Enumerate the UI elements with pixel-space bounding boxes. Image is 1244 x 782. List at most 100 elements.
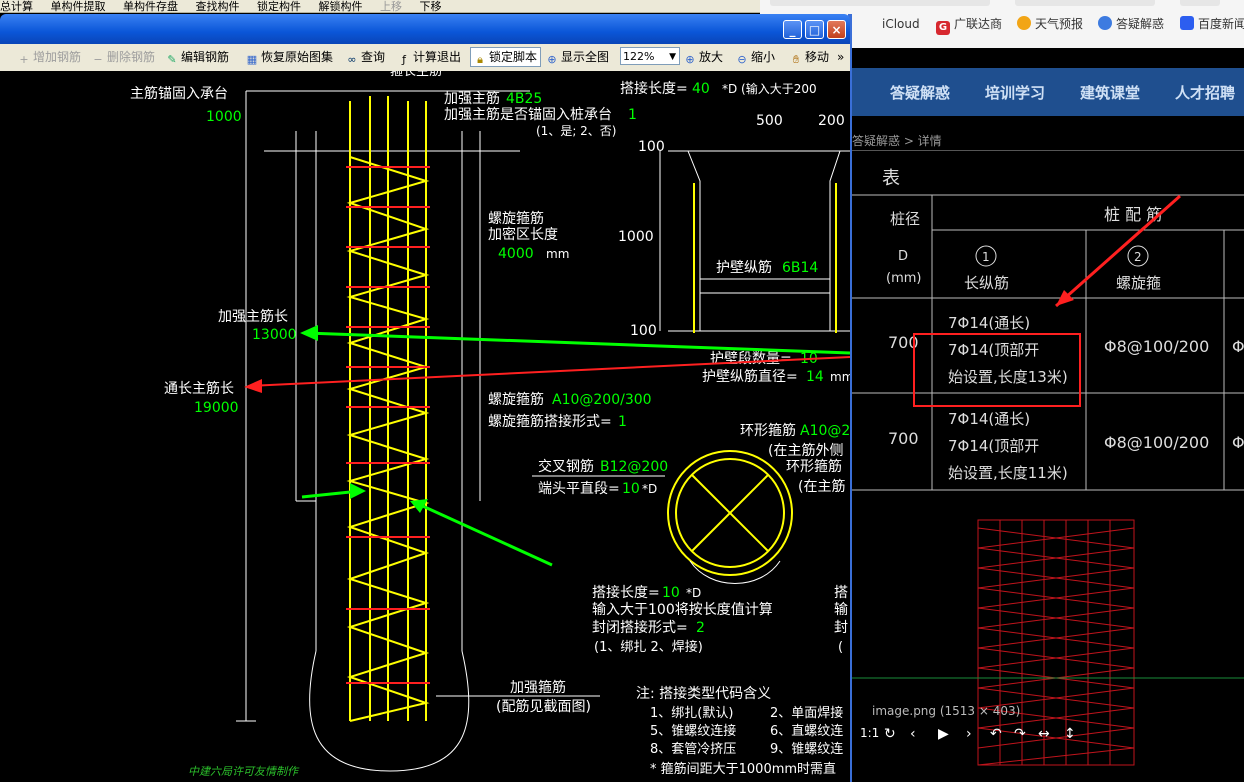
row1-spiral: Φ8@100/200 [1104,337,1209,356]
lap-length-value: 40 [692,81,710,97]
flip-vertical-icon[interactable]: ↕ [1064,726,1076,742]
menu-save-component[interactable]: 单构件存盘 [123,1,178,13]
wall-dia-value: 14 [806,369,824,385]
row2-long-line1: 7Φ14(通长) [948,410,1030,428]
edit-rebar-button[interactable]: ✎ 编辑钢筋 [166,48,229,66]
zoom-select[interactable]: 122% ▼ [620,47,680,65]
move-button[interactable]: ✋︎ 移动 [790,48,829,66]
lock-script-button[interactable]: 🔒︎ 锁定脚本 [470,47,542,67]
rotate-left-icon[interactable]: ↶ [990,726,1002,742]
spiral-label: 螺旋箍筋 [488,391,544,408]
rotate-right-icon[interactable]: ↷ [1014,726,1026,742]
col-header-unit: (mm) [886,271,921,286]
maximize-button[interactable]: □ [805,20,824,39]
row1-extra: Φ [1232,337,1244,356]
lap2-note: 输入大于100将按长度值计算 [592,602,773,618]
row1-long-line1: 7Φ14(通长) [948,314,1030,332]
image-caption: image.png (1513 × 403) [872,704,1021,718]
note-title: 注: 搭接类型代码含义 [636,685,771,702]
anchor-label: 主筋锚固入承台 [130,85,228,102]
menu-lock-component[interactable]: 锁定构件 [257,1,301,13]
zoom-in-button[interactable]: ⊕ 放大 [684,48,723,66]
lap2-value: 10 [662,585,680,601]
refresh-icon[interactable]: ↻ [884,726,896,742]
wall-longitudinal-bars [693,183,837,333]
ring-note-3: (在主筋 [798,478,845,495]
closed-lap-label: 封闭搭接形式= [592,619,688,636]
reinforce-stirrup-label: 加强箍筋 [510,679,566,696]
reinforce-anchor-value: 1 [628,107,637,123]
wall-long-value: 6B14 [782,260,818,276]
right-cut-3: 封 [834,620,848,636]
toolbar-label: 移动 [805,50,830,64]
glodon-g-icon: G [936,21,950,35]
favorite-qa[interactable]: 答疑解惑 [1098,14,1164,34]
favorite-label: 广联达商 [954,17,1003,31]
col-header-pile: 桩径 [890,210,920,228]
add-rebar-button[interactable]: + 增加钢筋 [18,48,81,66]
favorite-weather[interactable]: 天气预报 [1017,14,1083,34]
row2-diameter: 700 [888,429,919,448]
favorite-glodon[interactable]: G 广联达商 [936,14,1003,35]
flip-horizontal-icon[interactable]: ↔ [1038,726,1050,742]
menu-move-up[interactable]: 上移 [380,1,402,13]
actual-size-button[interactable]: 1:1 [860,726,879,740]
note-5: 5、锥螺纹连接 [650,723,736,739]
closed-lap-value: 2 [696,620,705,636]
reinforce-length-label: 加强主筋长 [218,308,288,325]
play-icon[interactable]: ▶ [938,726,949,742]
minimize-button[interactable]: _ [783,20,802,39]
right-cut-2: 输 [834,602,848,618]
spiral-dense-unit: mm [546,247,569,261]
lap-length-label: 搭接长度= [620,80,688,97]
close-button[interactable]: × [827,20,846,39]
delete-rebar-icon: − [93,53,103,66]
cad-window-titlebar[interactable]: _ □ × [0,14,850,44]
top-cut-label: 箍长主筋 [390,71,442,79]
browser-tab[interactable] [770,0,990,6]
end-straight-value: 10 [622,481,640,497]
prev-icon[interactable]: ‹ [910,726,916,742]
end-straight-label: 端头平直段= [538,480,620,497]
cad-drawing-canvas[interactable]: 主筋锚固入承台 1000 加强主筋长 13000 通长主筋长 19000 中建六… [0,71,850,782]
query-button[interactable]: ∞ 查询 [346,48,385,66]
fit-view-button[interactable]: ⊕ 显示全图 [546,48,609,66]
favorite-icloud[interactable]: iCloud [864,14,920,34]
note-8: 8、套管冷挤压 [650,741,736,757]
browser-tab[interactable] [1180,0,1220,6]
nav-jobs[interactable]: 人才招聘 [1175,82,1235,103]
menu-find-component[interactable]: 查找构件 [196,1,240,13]
zoom-out-button[interactable]: ⊖ 缩小 [736,48,775,66]
table-title-fragment: 表 [882,168,900,189]
zoom-value: 122% [623,50,655,63]
end-straight-unit: *D [642,482,657,496]
breadcrumb-text: 答疑解惑 > 详情 [852,134,942,148]
wall-dia-label: 护壁纵筋直径= [702,368,798,385]
next-icon[interactable]: › [966,726,972,742]
zoom-out-icon: ⊖ [737,53,747,66]
calc-exit-button[interactable]: ƒ 计算退出 [398,48,461,66]
menu-move-down[interactable]: 下移 [420,1,442,13]
wall-long-label: 护壁纵筋 [716,259,772,276]
toolbar-label: 计算退出 [413,50,462,64]
toolbar-label: 查询 [361,50,386,64]
row2-long-line3: 始设置,长度11米) [948,464,1068,482]
more-tools-button[interactable]: » [837,48,844,66]
menu-total-calc[interactable]: 总计算 [0,1,33,13]
reinforce-stirrup-note: (配筋见截面图) [496,698,591,715]
browser-tab[interactable] [1015,0,1155,6]
menu-extract-component[interactable]: 单构件提取 [51,1,106,13]
favorite-baidu-news[interactable]: 百度新闻 [1180,14,1244,34]
lap2-label: 搭接长度= [592,584,660,601]
toolbar-label: 缩小 [751,50,776,64]
menu-unlock-component[interactable]: 解锁构件 [319,1,363,13]
delete-rebar-button[interactable]: − 删除钢筋 [92,48,155,66]
right-cut-4: ( [838,640,843,655]
nav-training[interactable]: 培训学习 [985,82,1045,103]
row2-extra: Φ [1232,433,1244,452]
nav-classroom[interactable]: 建筑课堂 [1080,82,1140,103]
restore-atlas-button[interactable]: ▦ 恢复原始图集 [246,48,333,66]
toolbar-label: 增加钢筋 [33,50,82,64]
nav-qa[interactable]: 答疑解惑 [890,82,950,103]
row1-long-line2: 7Φ14(顶部开 [948,341,1039,359]
